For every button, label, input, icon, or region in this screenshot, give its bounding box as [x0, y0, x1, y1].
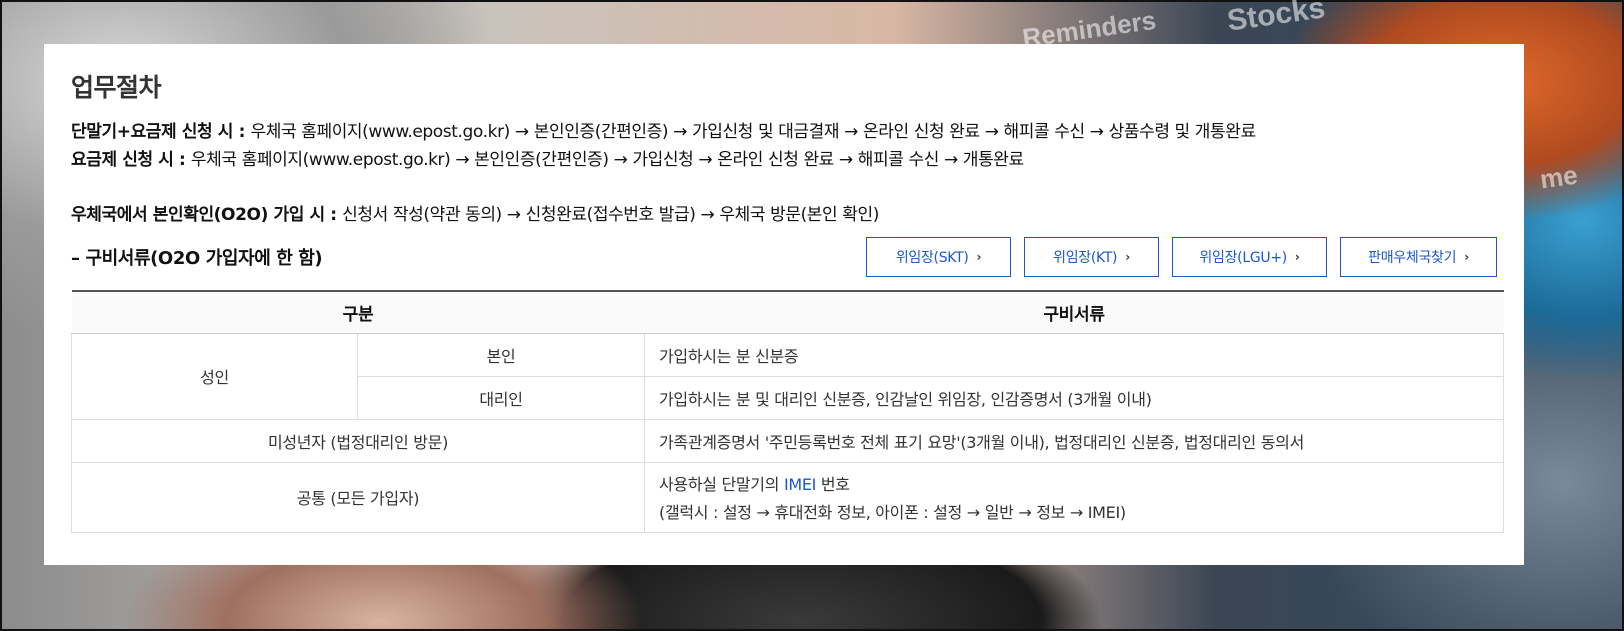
- procedure-panel: 업무절차 단말기+요금제 신청 시 : 우체국 홈페이지(www.epost.g…: [44, 44, 1524, 565]
- procedure-text: 신청서 작성(약관 동의) → 신청완료(접수번호 발급) → 우체국 방문(본…: [342, 205, 879, 225]
- cell-proxy: 대리인: [357, 375, 645, 420]
- procedure-sep: :: [233, 122, 251, 142]
- button-label: 위임장(KT): [1053, 250, 1118, 266]
- table-row: 공통 (모든 가입자) 사용하실 단말기의 IMEI 번호 (갤럭시 : 설정 …: [71, 461, 1504, 533]
- button-label: 위임장(SKT): [895, 250, 969, 266]
- imei-text-pre: 사용하실 단말기의: [659, 475, 784, 494]
- table-header-row: 구분 구비서류: [71, 290, 1504, 334]
- imei-instructions: (갤럭시 : 설정 → 휴대전화 정보, 아이폰 : 설정 → 일반 → 정보 …: [659, 503, 1126, 522]
- chevron-right-icon: ›: [1294, 250, 1300, 264]
- cell-common-doc: 사용하실 단말기의 IMEI 번호 (갤럭시 : 설정 → 휴대전화 정보, 아…: [644, 461, 1504, 533]
- chevron-right-icon: ›: [1464, 250, 1469, 264]
- procedure-text: 우체국 홈페이지(www.epost.go.kr) → 본인인증(간편인증) →…: [250, 122, 1256, 142]
- header-documents: 구비서류: [644, 290, 1504, 334]
- button-label: 위임장(LGU+): [1199, 250, 1287, 266]
- button-label: 판매우체국찾기: [1368, 250, 1457, 266]
- proxy-lgu-button[interactable]: 위임장(LGU+) ›: [1172, 237, 1327, 277]
- button-group: 위임장(SKT) › 위임장(KT) › 위임장(LGU+) › 판매우체국찾기 ›: [866, 237, 1497, 277]
- procedure-sep: :: [324, 205, 343, 225]
- required-docs-table: 구분 구비서류 성인 본인 가입하시는 분 신분증 대리인 가입하시는 분 및 …: [71, 290, 1504, 533]
- cell-self: 본인: [357, 332, 645, 377]
- procedure-device-plan: 단말기+요금제 신청 시 : 우체국 홈페이지(www.epost.go.kr)…: [71, 118, 1497, 146]
- cell-proxy-doc: 가입하시는 분 및 대리인 신분증, 인감날인 위임장, 인감증명서 (3개월 …: [644, 375, 1504, 420]
- procedure-plan-only: 요금제 신청 시 : 우체국 홈페이지(www.epost.go.kr) → 본…: [71, 146, 1497, 174]
- chevron-right-icon: ›: [1125, 250, 1130, 264]
- procedure-text: 우체국 홈페이지(www.epost.go.kr) → 본인인증(간편인증) →…: [190, 150, 1024, 170]
- procedure-o2o: 우체국에서 본인확인(O2O) 가입 시 : 신청서 작성(약관 동의) → 신…: [71, 201, 1497, 229]
- cell-self-doc: 가입하시는 분 신분증: [644, 332, 1504, 377]
- header-category: 구분: [71, 290, 645, 334]
- cell-common: 공통 (모든 가입자): [71, 461, 645, 533]
- docs-title: – 구비서류(O2O 가입자에 한 함): [71, 248, 323, 269]
- imei-link[interactable]: IMEI: [784, 475, 816, 494]
- bg-me-label: me: [1538, 159, 1580, 195]
- cell-minor-doc: 가족관계증명서 '주민등록번호 전체 표기 요망'(3개월 이내), 법정대리인…: [644, 418, 1504, 463]
- cell-minor: 미성년자 (법정대리인 방문): [71, 418, 645, 463]
- docs-header-row: – 구비서류(O2O 가입자에 한 함) 위임장(SKT) › 위임장(KT) › …: [71, 237, 1497, 277]
- chevron-right-icon: ›: [976, 250, 982, 264]
- cell-adult: 성인: [71, 332, 358, 420]
- procedure-label: 우체국에서 본인확인(O2O) 가입 시: [71, 205, 325, 225]
- procedure-label: 단말기+요금제 신청 시: [71, 122, 234, 142]
- imei-text-post: 번호: [816, 475, 850, 494]
- page-title: 업무절차: [71, 73, 162, 102]
- table-row: 미성년자 (법정대리인 방문) 가족관계증명서 '주민등록번호 전체 표기 요망…: [71, 418, 1504, 463]
- bg-stocks-label: Stocks: [1225, 0, 1328, 38]
- procedure-label: 요금제 신청 시: [71, 150, 174, 170]
- proxy-kt-button[interactable]: 위임장(KT) ›: [1024, 237, 1159, 277]
- find-post-office-button[interactable]: 판매우체국찾기 ›: [1340, 237, 1497, 277]
- table-row: 성인 본인 가입하시는 분 신분증: [71, 332, 1504, 420]
- procedure-sep: :: [173, 150, 191, 170]
- proxy-skt-button[interactable]: 위임장(SKT) ›: [866, 237, 1011, 277]
